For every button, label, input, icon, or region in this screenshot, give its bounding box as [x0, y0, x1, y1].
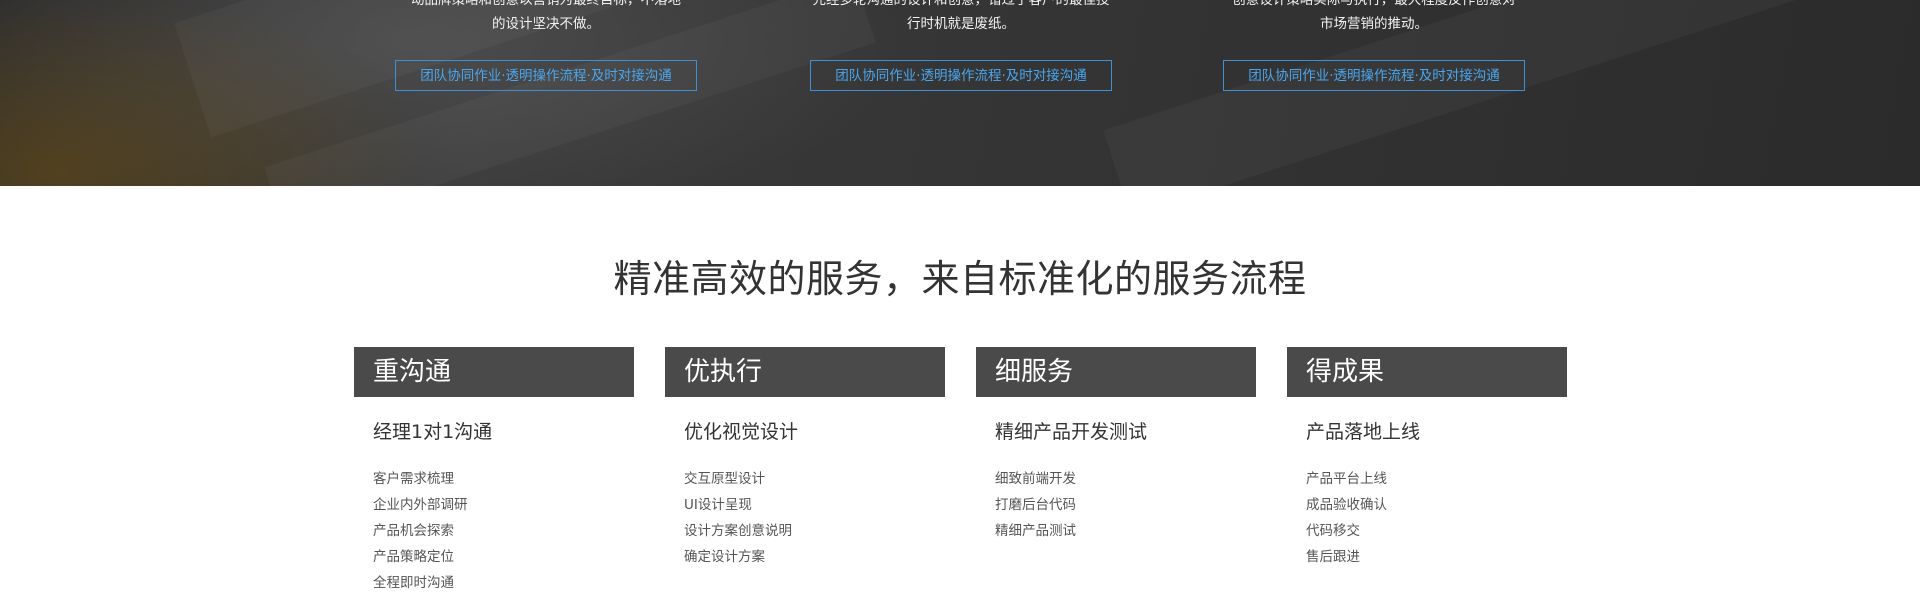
list-item: 产品机会探索	[373, 523, 454, 539]
card-subtitle: 优化视觉设计	[684, 421, 799, 443]
description-line: 的设计坚决不做。	[492, 16, 600, 32]
hero-description: 动品牌策略和创意以营销为最终目标，不落地 的设计坚决不做。	[336, 0, 756, 36]
description-line: 先经多轮沟通的设计和创意，错过了客户的最佳投	[812, 0, 1110, 8]
list-item: UI设计呈现	[684, 497, 752, 513]
service-card-results: 得成果 产品落地上线 产品平台上线 成品验收确认 代码移交 售后跟进	[1287, 347, 1567, 570]
list-item: 售后跟进	[1306, 549, 1360, 565]
process-link-button[interactable]: 团队协同作业·透明操作流程·及时对接沟通	[1223, 60, 1525, 91]
card-item-list: 客户需求梳理 企业内外部调研 产品机会探索 产品策略定位 全程即时沟通	[354, 466, 634, 596]
hero-column-3: 创意设计策略实际与执行，最大程度反作创意对 市场营销的推动。 团队协同作业·透明…	[1164, 0, 1584, 91]
card-item-list: 产品平台上线 成品验收确认 代码移交 售后跟进	[1287, 466, 1567, 570]
card-subtitle: 经理1对1沟通	[373, 421, 493, 443]
list-item: 打磨后台代码	[995, 497, 1076, 513]
description-line: 市场营销的推动。	[1320, 16, 1428, 32]
hero-column-1: 动品牌策略和创意以营销为最终目标，不落地 的设计坚决不做。 团队协同作业·透明操…	[336, 0, 756, 91]
list-item: 确定设计方案	[684, 549, 765, 565]
description-line: 行时机就是废纸。	[907, 16, 1015, 32]
card-heading: 优执行	[665, 347, 945, 397]
list-item: 细致前端开发	[995, 471, 1076, 487]
card-item-list: 交互原型设计 UI设计呈现 设计方案创意说明 确定设计方案	[665, 466, 945, 570]
hero-column-2: 先经多轮沟通的设计和创意，错过了客户的最佳投 行时机就是废纸。 团队协同作业·透…	[751, 0, 1171, 91]
list-item: 成品验收确认	[1306, 497, 1387, 513]
card-item-list: 细致前端开发 打磨后台代码 精细产品测试	[976, 466, 1256, 544]
process-link-button[interactable]: 团队协同作业·透明操作流程·及时对接沟通	[810, 60, 1112, 91]
process-link-button[interactable]: 团队协同作业·透明操作流程·及时对接沟通	[395, 60, 697, 91]
card-heading: 得成果	[1287, 347, 1567, 397]
description-line: 创意设计策略实际与执行，最大程度反作创意对	[1232, 0, 1516, 8]
list-item: 交互原型设计	[684, 471, 765, 487]
list-item: 精细产品测试	[995, 523, 1076, 539]
list-item: 设计方案创意说明	[684, 523, 792, 539]
list-item: 企业内外部调研	[373, 497, 468, 513]
hero-banner: 动品牌策略和创意以营销为最终目标，不落地 的设计坚决不做。 团队协同作业·透明操…	[0, 0, 1920, 186]
hero-description: 创意设计策略实际与执行，最大程度反作创意对 市场营销的推动。	[1164, 0, 1584, 36]
list-item: 代码移交	[1306, 523, 1360, 539]
card-subtitle: 精细产品开发测试	[995, 421, 1148, 443]
service-card-execution: 优执行 优化视觉设计 交互原型设计 UI设计呈现 设计方案创意说明 确定设计方案	[665, 347, 945, 570]
service-card-communication: 重沟通 经理1对1沟通 客户需求梳理 企业内外部调研 产品机会探索 产品策略定位…	[354, 347, 634, 596]
list-item: 产品平台上线	[1306, 471, 1387, 487]
card-heading: 细服务	[976, 347, 1256, 397]
section-title: 精准高效的服务，来自标准化的服务流程	[613, 257, 1307, 301]
card-subtitle: 产品落地上线	[1306, 421, 1421, 443]
hero-description: 先经多轮沟通的设计和创意，错过了客户的最佳投 行时机就是废纸。	[751, 0, 1171, 36]
list-item: 产品策略定位	[373, 549, 454, 565]
list-item: 客户需求梳理	[373, 471, 454, 487]
service-card-service: 细服务 精细产品开发测试 细致前端开发 打磨后台代码 精细产品测试	[976, 347, 1256, 544]
card-heading: 重沟通	[354, 347, 634, 397]
description-line: 动品牌策略和创意以营销为最终目标，不落地	[411, 0, 681, 8]
list-item: 全程即时沟通	[373, 575, 454, 591]
